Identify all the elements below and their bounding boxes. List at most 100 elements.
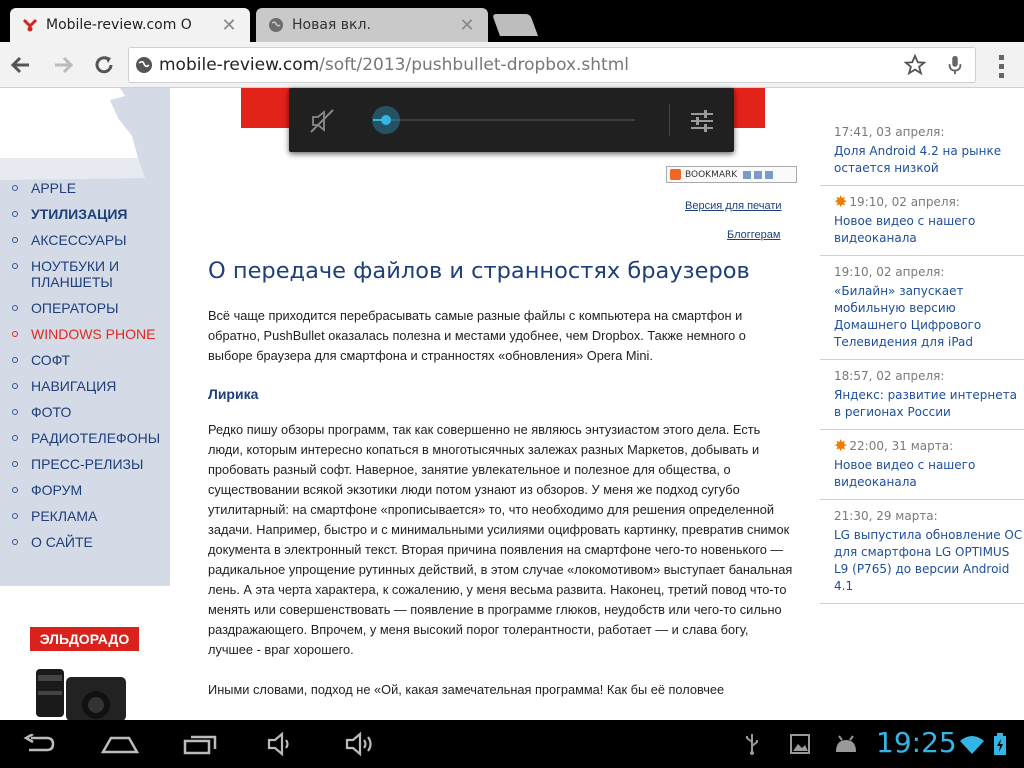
bullet-icon (12, 331, 18, 337)
sidebar-item[interactable]: APPLE (8, 180, 168, 196)
sound-settings-icon[interactable] (687, 106, 717, 136)
globe-icon (268, 17, 284, 33)
sidebar-item-label: НОУТБУКИ И ПЛАНШЕТЫ (31, 258, 120, 290)
news-headline-link[interactable]: «Билайн» запускает мобильную версию Дома… (834, 283, 1024, 351)
news-time-text: 22:00, 31 марта: (849, 439, 954, 453)
news-item: 21:30, 29 марта: LG выпустила обновление … (820, 500, 1024, 604)
article: О передаче файлов и странностях браузеро… (208, 258, 793, 720)
news-headline-link[interactable]: Новое видео с нашего видеоканала (834, 213, 1024, 247)
back-nav-icon[interactable] (20, 730, 60, 758)
screenshot-icon (780, 730, 820, 758)
camera-image (36, 669, 126, 720)
sidebar-item[interactable]: АКСЕССУАРЫ (8, 232, 168, 248)
news-item: 19:10, 02 апреля: «Билайн» запускает моби… (820, 256, 1024, 360)
bookmark-label: BOOKMARK (685, 169, 738, 180)
volume-down-icon[interactable] (260, 730, 300, 758)
forward-button[interactable] (48, 50, 78, 80)
bullet-icon (12, 185, 18, 191)
news-headline-link[interactable]: LG выпустила обновление ОС для смартфона… (834, 527, 1024, 595)
new-tab-button[interactable] (491, 14, 539, 36)
browser-toolbar: mobile-review.com/soft/2013/pushbullet-d… (0, 42, 1024, 88)
sidebar-item[interactable]: НАВИГАЦИЯ (8, 378, 168, 394)
sidebar-item[interactable]: ФОТО (8, 404, 168, 420)
sidebar-item[interactable]: УТИЛИЗАЦИЯ (8, 206, 168, 222)
news-item: ✸ 19:10, 02 апреля: Новое видео с нашего в… (820, 186, 1024, 256)
clock: 19:25 (876, 726, 957, 759)
sidebar-item-label: РАДИОТЕЛЕФОНЫ (31, 430, 161, 446)
bullet-icon (12, 237, 18, 243)
volume-muted-icon[interactable] (307, 106, 337, 136)
volume-slider-thumb[interactable] (372, 106, 401, 134)
sidebar-item-label: WINDOWS PHONE (31, 326, 156, 342)
sidebar-item[interactable]: НОУТБУКИ И ПЛАНШЕТЫ (8, 258, 168, 290)
back-button[interactable] (6, 50, 36, 80)
back-arrow-icon (10, 56, 29, 74)
sidebar-item[interactable]: WINDOWS PHONE (8, 326, 168, 342)
sidebar-item[interactable]: О САЙТЕ (8, 534, 168, 550)
news-time: 19:10, 02 апреля: (834, 264, 1024, 280)
sidebar-item[interactable]: ОПЕРАТОРЫ (8, 300, 168, 316)
news-time: 21:30, 29 марта: (834, 508, 1024, 524)
bullet-icon (12, 357, 18, 363)
volume-panel (289, 88, 734, 152)
divider (669, 104, 670, 136)
news-time: 18:57, 02 апреля: (834, 368, 1024, 384)
overflow-menu-icon[interactable] (986, 52, 1016, 80)
news-headline-link[interactable]: Новое видео с нашего видеоканала (834, 457, 1024, 491)
bloggers-link[interactable]: Блоггерам (727, 229, 780, 241)
star-bookmark-icon[interactable] (895, 54, 935, 76)
share-icons (743, 170, 774, 179)
tab-strip: Mobile-review.com О ✕ Новая вкл. ✕ (0, 0, 1024, 42)
bullet-icon (12, 461, 18, 467)
news-item: ✸ 22:00, 31 марта: Новое видео с нашего ви… (820, 430, 1024, 500)
url-host: mobile-review.com (159, 55, 320, 75)
article-intro: Всё чаще приходится перебрасывать самые … (208, 308, 746, 363)
volume-up-icon[interactable] (340, 730, 380, 758)
sidebar-item-label: УТИЛИЗАЦИЯ (31, 206, 128, 222)
home-nav-icon[interactable] (100, 730, 140, 758)
bullet-icon (12, 435, 18, 441)
tab-new-tab[interactable]: Новая вкл. ✕ (256, 8, 488, 42)
web-page: APPLE УТИЛИЗАЦИЯ АКСЕССУАРЫ НОУТБУКИ И ПЛАН… (0, 88, 1024, 720)
plus-icon (670, 169, 681, 180)
sidebar-item[interactable]: ФОРУМ (8, 482, 168, 498)
sidebar-item-label: ОПЕРАТОРЫ (31, 300, 119, 316)
news-time: 17:41, 03 апреля: (834, 124, 1024, 140)
volume-slider[interactable] (372, 106, 635, 134)
sidebar-item[interactable]: РАДИОТЕЛЕФОНЫ (8, 430, 168, 446)
close-tab-icon[interactable]: ✕ (458, 15, 476, 36)
news-headline-link[interactable]: Яндекс: развитие интернета в регионах Ро… (834, 387, 1024, 421)
eldorado-ad[interactable]: ЭЛЬДОРАДО (22, 621, 147, 720)
eldorado-logo: ЭЛЬДОРАДО (30, 627, 139, 651)
news-item: 17:41, 03 апреля: Доля Android 4.2 на рын… (820, 116, 1024, 186)
sidebar-nav: APPLE УТИЛИЗАЦИЯ АКСЕССУАРЫ НОУТБУКИ И ПЛАН… (8, 180, 168, 560)
sidebar-item[interactable]: РЕКЛАМА (8, 508, 168, 524)
reload-button[interactable] (89, 50, 119, 80)
news-item: 18:57, 02 апреля: Яндекс: развитие интерн… (820, 360, 1024, 430)
news-headline-link[interactable]: Доля Android 4.2 на рынке остается низко… (834, 143, 1024, 177)
print-version-link[interactable]: Версия для печати (685, 200, 782, 212)
news-time-text: 19:10, 02 апреля: (834, 265, 945, 279)
tab-title: Mobile-review.com О (46, 17, 192, 33)
sidebar-item-label: ФОРУМ (31, 482, 83, 498)
close-tab-icon[interactable]: ✕ (220, 15, 238, 36)
sidebar-item[interactable]: СОФТ (8, 352, 168, 368)
system-bar: 19:25 (0, 720, 1024, 768)
sidebar-item[interactable]: ПРЕСС-РЕЛИЗЫ (8, 456, 168, 472)
recent-apps-icon[interactable] (180, 730, 220, 758)
tab-mobile-review[interactable]: Mobile-review.com О ✕ (10, 8, 250, 42)
bullet-icon (12, 409, 18, 415)
battery-icon (988, 730, 1012, 758)
microphone-icon[interactable] (935, 54, 975, 76)
url-text[interactable]: mobile-review.com/soft/2013/pushbullet-d… (159, 55, 895, 75)
bookmark-button[interactable]: BOOKMARK (666, 166, 797, 183)
bullet-icon (12, 539, 18, 545)
news-time-text: 18:57, 02 апреля: (834, 369, 945, 383)
news-time: ✸ 22:00, 31 марта: (834, 438, 1024, 454)
sidebar-item-label: СОФТ (31, 352, 71, 368)
address-bar[interactable]: mobile-review.com/soft/2013/pushbullet-d… (128, 47, 976, 83)
news-feed: 17:41, 03 апреля: Доля Android 4.2 на рын… (820, 116, 1024, 604)
star-icon: ✸ (834, 436, 848, 455)
sidebar-item-label: РЕКЛАМА (31, 508, 98, 524)
sidebar-item-label: ПРЕСС-РЕЛИЗЫ (31, 456, 144, 472)
